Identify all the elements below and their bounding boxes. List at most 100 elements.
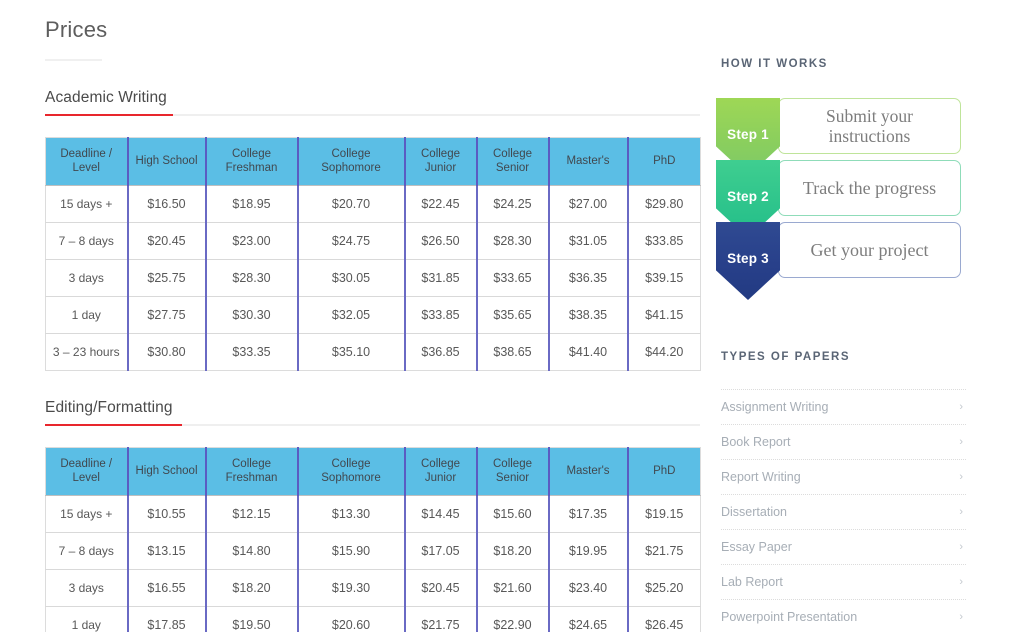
column-header-line1: Deadline / xyxy=(60,457,113,470)
column-header-3: College Sophomore xyxy=(297,447,406,496)
list-item[interactable]: Powerpoint Presentation › xyxy=(721,600,966,632)
list-item-label: Dissertation xyxy=(721,505,787,519)
column-header-line1: High School xyxy=(135,155,198,168)
price-cell: $38.65 xyxy=(476,333,550,371)
price-cell: $17.35 xyxy=(548,495,629,533)
title-divider xyxy=(45,59,102,61)
price-cell: $13.30 xyxy=(297,495,406,533)
deadline-cell: 15 days + xyxy=(45,185,129,223)
list-item[interactable]: Dissertation › xyxy=(721,495,966,530)
chevron-right-icon: › xyxy=(959,541,963,553)
step-2-box: Track the progress xyxy=(778,160,961,216)
price-cell: $15.90 xyxy=(297,532,406,570)
step-item-2: Step 2 Track the progress xyxy=(716,160,961,238)
column-header-line1: College xyxy=(232,148,271,160)
list-item[interactable]: Essay Paper › xyxy=(721,530,966,565)
table-row: 1 day $17.85 $19.50 $20.60 $21.75 $22.90 $24.6… xyxy=(45,606,701,632)
column-header-line2: Level xyxy=(72,472,101,485)
column-header-line1: Master's xyxy=(566,155,610,168)
chevron-right-icon: › xyxy=(959,401,963,413)
price-cell: $29.80 xyxy=(627,185,701,223)
deadline-cell: 15 days + xyxy=(45,495,129,533)
chevron-right-icon: › xyxy=(959,506,963,518)
section-editing-formatting-header: Editing/Formatting xyxy=(45,399,716,426)
price-cell: $20.45 xyxy=(404,569,478,607)
price-cell: $25.75 xyxy=(127,259,207,297)
deadline-cell: 3 days xyxy=(45,569,129,607)
main-content: Prices Academic Writing Deadline / Level H… xyxy=(0,0,716,632)
column-header-line2: Level xyxy=(72,162,101,175)
price-cell: $25.20 xyxy=(627,569,701,607)
price-cell: $33.85 xyxy=(404,296,478,334)
table-row: 7 – 8 days $20.45 $23.00 $24.75 $26.50 $28.30… xyxy=(45,222,701,260)
sidebar-heading-types-of-papers: TYPES OF PAPERS xyxy=(721,351,851,363)
price-cell: $21.60 xyxy=(476,569,550,607)
table-row: 1 day $27.75 $30.30 $32.05 $33.85 $35.65 $38.3… xyxy=(45,296,701,334)
list-item-label: Essay Paper xyxy=(721,540,792,554)
list-item[interactable]: Assignment Writing › xyxy=(721,389,966,425)
column-header-line1: High School xyxy=(135,464,198,477)
table-row: 7 – 8 days $13.15 $14.80 $15.90 $17.05 $18.20… xyxy=(45,532,701,570)
price-cell: $36.85 xyxy=(404,333,478,371)
price-cell: $32.05 xyxy=(297,296,406,334)
how-it-works-steps: Step 1 Submit your instructions Step 2 T… xyxy=(716,98,961,304)
price-cell: $23.00 xyxy=(205,222,299,260)
column-header-line2: Senior xyxy=(495,162,530,175)
list-item[interactable]: Book Report › xyxy=(721,425,966,460)
column-header-2: College Freshman xyxy=(205,447,299,496)
price-cell: $10.55 xyxy=(127,495,207,533)
price-cell: $28.30 xyxy=(476,222,550,260)
deadline-cell: 3 – 23 hours xyxy=(45,333,129,371)
price-cell: $26.45 xyxy=(627,606,701,632)
price-cell: $24.65 xyxy=(548,606,629,632)
price-cell: $21.75 xyxy=(627,532,701,570)
column-header-line2: Senior xyxy=(495,472,530,485)
column-header-0: Deadline / Level xyxy=(45,137,129,186)
price-cell: $26.50 xyxy=(404,222,478,260)
column-header-line1: Deadline / xyxy=(60,148,113,160)
price-cell: $28.30 xyxy=(205,259,299,297)
list-item-label: Powerpoint Presentation xyxy=(721,610,858,624)
table-body: 15 days + $10.55 $12.15 $13.30 $14.45 $15.60 $… xyxy=(45,495,701,632)
price-table-editing-formatting: Deadline / Level High School College Freshma… xyxy=(45,446,701,632)
column-header-line2: Freshman xyxy=(225,162,278,175)
section-heading-academic-writing: Academic Writing xyxy=(45,89,167,106)
table-row: 3 – 23 hours $30.80 $33.35 $35.10 $36.85 $38.… xyxy=(45,333,701,371)
price-cell: $39.15 xyxy=(627,259,701,297)
column-header-7: PhD xyxy=(627,137,701,186)
price-cell: $20.45 xyxy=(127,222,207,260)
column-header-line2: Sophomore xyxy=(321,472,381,485)
table-row: 15 days + $16.50 $18.95 $20.70 $22.45 $24.25 $… xyxy=(45,185,701,223)
price-cell: $33.35 xyxy=(205,333,299,371)
step-item-3: Step 3 Get your project xyxy=(716,222,961,300)
list-item[interactable]: Report Writing › xyxy=(721,460,966,495)
deadline-cell: 1 day xyxy=(45,296,129,334)
price-cell: $33.85 xyxy=(627,222,701,260)
price-cell: $38.35 xyxy=(548,296,629,334)
column-header-2: College Freshman xyxy=(205,137,299,186)
column-header-line1: PhD xyxy=(653,155,676,168)
price-cell: $30.30 xyxy=(205,296,299,334)
column-header-line1: Master's xyxy=(566,464,610,477)
step-3-badge-label: Step 3 xyxy=(727,250,769,266)
chevron-right-icon: › xyxy=(959,436,963,448)
column-header-line2: Sophomore xyxy=(321,162,381,175)
price-cell: $19.95 xyxy=(548,532,629,570)
deadline-cell: 7 – 8 days xyxy=(45,222,129,260)
column-header-6: Master's xyxy=(548,137,629,186)
price-cell: $13.15 xyxy=(127,532,207,570)
section-heading-editing-formatting: Editing/Formatting xyxy=(45,398,173,416)
price-cell: $41.15 xyxy=(627,296,701,334)
price-cell: $31.85 xyxy=(404,259,478,297)
price-cell: $18.20 xyxy=(205,569,299,607)
price-cell: $17.05 xyxy=(404,532,478,570)
list-item[interactable]: Lab Report › xyxy=(721,565,966,600)
chevron-right-icon: › xyxy=(959,611,963,623)
sidebar-heading-how-it-works: HOW IT WORKS xyxy=(721,58,828,70)
price-cell: $31.05 xyxy=(548,222,629,260)
column-header-4: College Junior xyxy=(404,137,478,186)
list-item-label: Lab Report xyxy=(721,575,783,589)
price-cell: $44.20 xyxy=(627,333,701,371)
list-item-label: Assignment Writing xyxy=(721,400,829,414)
table-row: 3 days $25.75 $28.30 $30.05 $31.85 $33.65 $36.… xyxy=(45,259,701,297)
